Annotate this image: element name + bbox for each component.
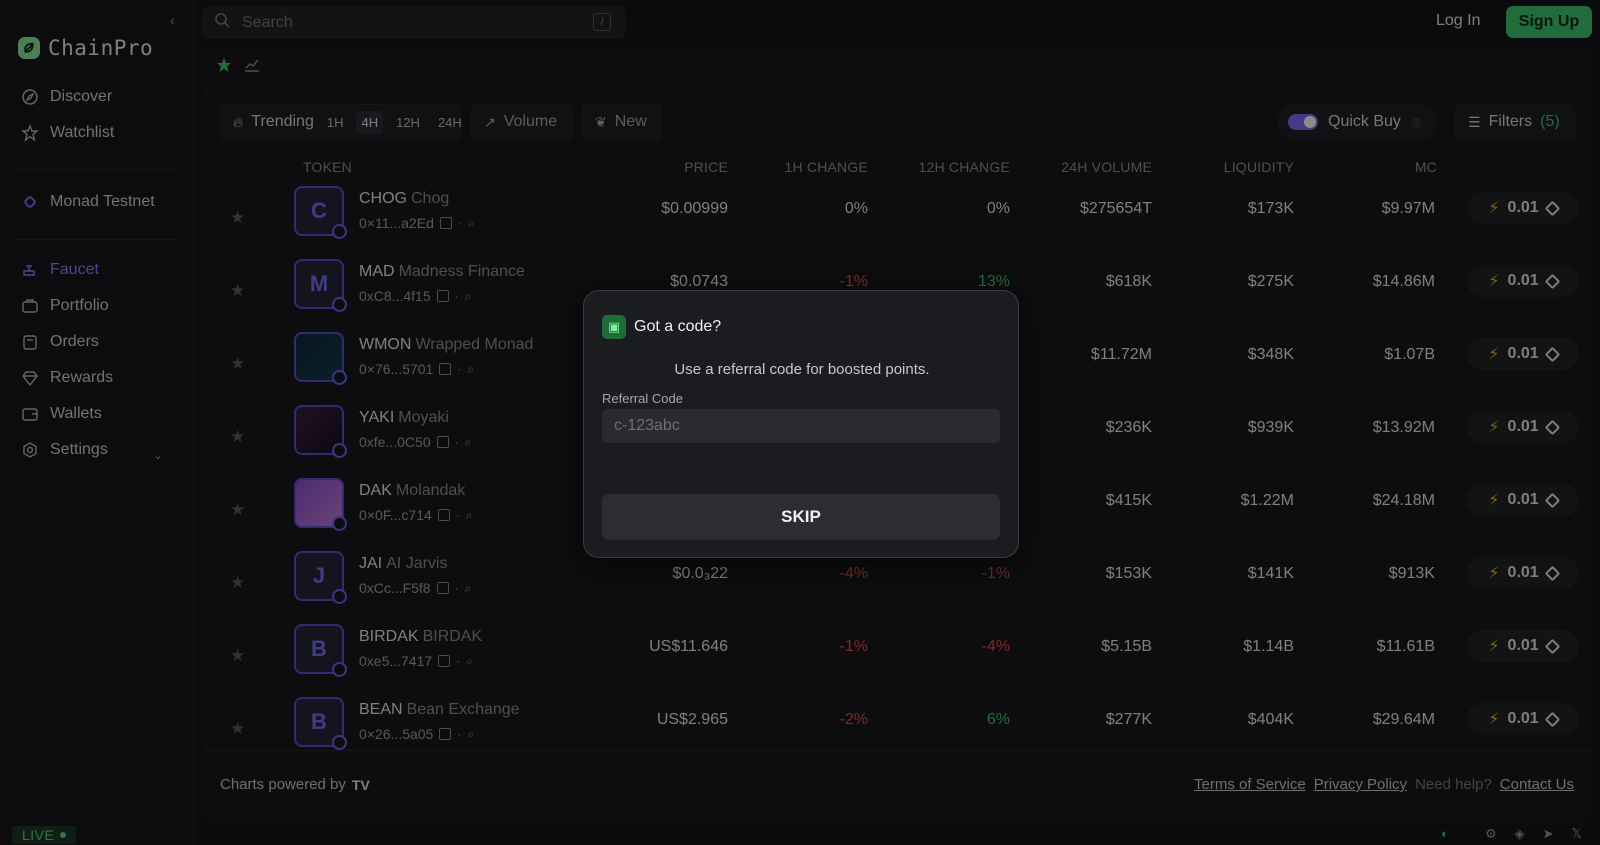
modal-title: Got a code? [634, 318, 722, 335]
cube-icon: ▣ [602, 315, 626, 339]
referral-code-label: Referral Code [602, 391, 683, 406]
modal-header: ▣ Got a code? [602, 315, 721, 339]
referral-code-input[interactable] [602, 409, 1000, 443]
skip-button[interactable]: SKIP [602, 494, 1000, 540]
modal-subtitle: Use a referral code for boosted points. [674, 361, 930, 378]
referral-modal: ▣ Got a code? Use a referral code for bo… [583, 290, 1019, 558]
